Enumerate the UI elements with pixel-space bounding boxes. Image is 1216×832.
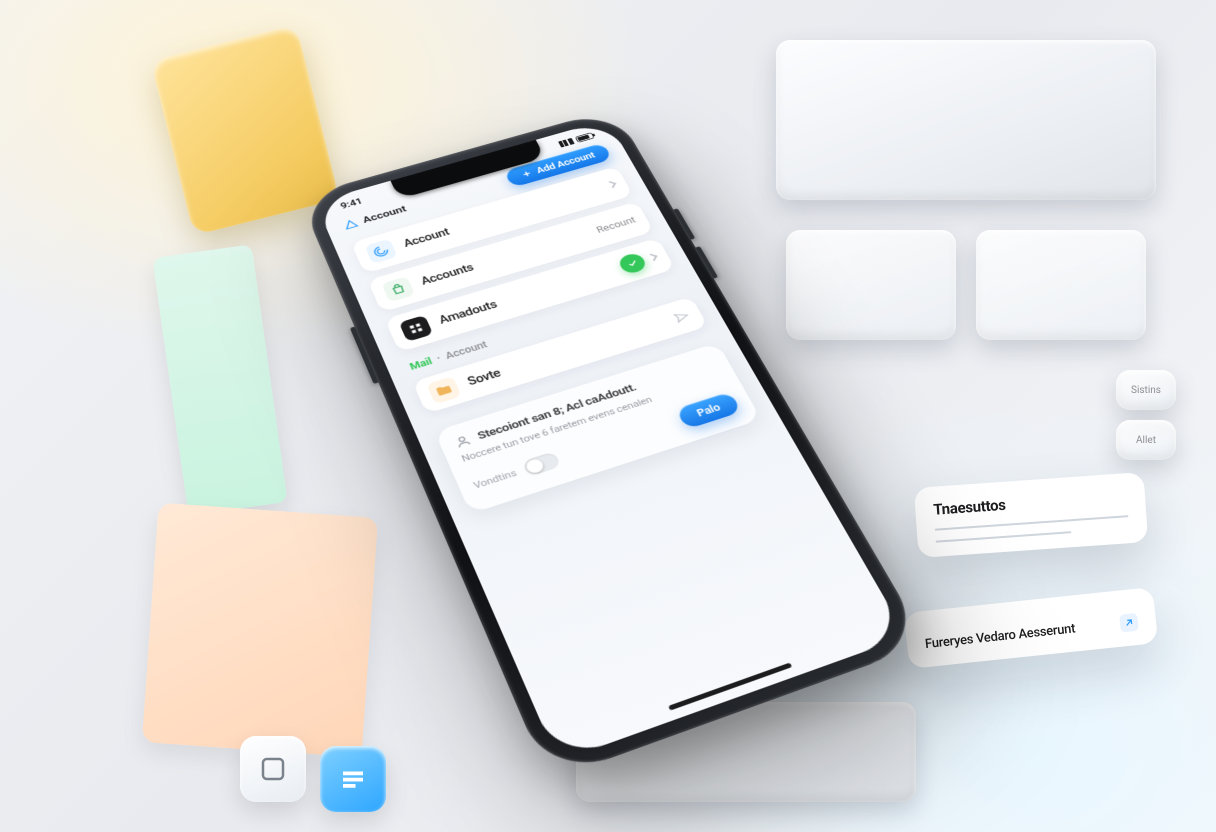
prop-label-allet: Allet [1116,420,1176,460]
section-tag: Mail [408,356,434,372]
card-transfers[interactable]: Tnaesuttos [914,472,1148,558]
check-badge-icon [616,252,648,276]
prop-label-sistins: Sistins [1116,370,1176,410]
card-reserve[interactable]: Fureryes Vedaro Aesserunt [904,587,1158,669]
card-line [935,515,1129,531]
scene: Sistins Allet Tnaesuttos Fureryes Vedaro… [0,0,1216,832]
swirl-icon [364,239,397,264]
chevron-right-icon [607,181,617,188]
app-tile-blue[interactable] [320,746,386,812]
folder-icon [426,376,462,404]
add-account-label: Add Account [535,150,597,175]
prop-keycap-1 [976,230,1146,340]
send-icon [672,309,692,324]
volume-up-button[interactable] [672,208,695,240]
info-card-cta[interactable]: Palo [675,391,741,429]
list-item-trailing [607,181,617,188]
info-card-mini: Vondtins [472,467,519,491]
list-item-trailing [616,248,660,275]
card-reserve-title: Fureryes Vedaro Aesserunt [924,621,1076,652]
section-sub: Account [444,339,489,361]
list-item-trailing-text: Recount [595,215,638,235]
prop-peach-card [142,503,378,758]
page-title-text: Account [361,204,408,226]
list-item-trailing [672,309,692,324]
person-icon [452,433,473,450]
chevron-right-icon [648,254,658,261]
bag-icon [381,276,415,302]
phone-frame: 9:41 Account Add Account [299,108,928,780]
open-icon[interactable] [1119,613,1139,633]
card-line [936,531,1072,542]
prop-keycap-large [776,40,1156,200]
prop-mint-card [152,244,287,515]
grid-icon [399,315,434,342]
info-card-toggle[interactable] [522,451,562,477]
card-transfers-title: Tnaesuttos [933,487,1128,518]
phone-screen: 9:41 Account Add Account [315,120,907,762]
prop-keycap-2 [786,230,956,340]
volume-down-button[interactable] [695,246,718,279]
app-tile-generic[interactable] [240,736,306,802]
list-item-trailing: Recount [595,215,638,235]
